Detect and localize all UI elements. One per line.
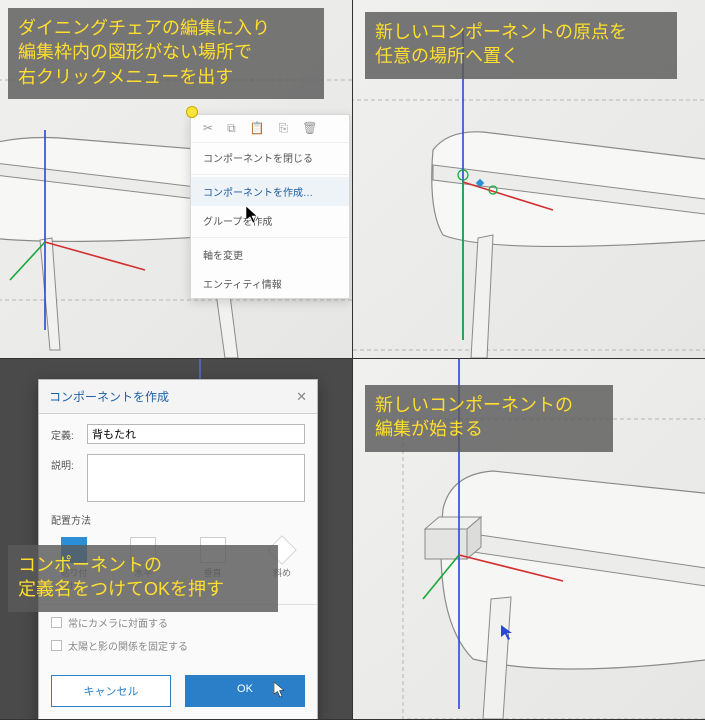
menu-close-component[interactable]: コンポーネントを閉じる [191, 143, 349, 172]
cut-icon[interactable]: ✂ [203, 121, 213, 136]
caption-panel4: 新しいコンポーネントの 編集が始まる [365, 385, 613, 452]
checkbox-icon[interactable] [51, 640, 62, 651]
context-menu-toolbar: ✂ ⧉ 📋 ⎘ 🗑 [191, 115, 349, 143]
caption-text: コンポーネントの 定義名をつけてOKを押す [18, 555, 224, 599]
delete-icon[interactable]: 🗑 [302, 121, 317, 136]
paste-icon[interactable]: 📋 [250, 121, 265, 136]
context-menu[interactable]: ✂ ⧉ 📋 ⎘ 🗑 コンポーネントを閉じる コンポーネントを作成… グループを作… [190, 114, 350, 299]
caption-panel2: 新しいコンポーネントの原点を 任意の場所へ置く [365, 12, 677, 79]
ok-button-label: OK [237, 683, 253, 695]
menu-entity-info[interactable]: エンティティ情報 [191, 269, 349, 298]
caption-text: 新しいコンポーネントの 編集が始まる [375, 395, 573, 439]
checkbox-label: 太陽と影の関係を固定する [68, 638, 188, 653]
checkbox-shadow-row[interactable]: 太陽と影の関係を固定する [51, 634, 305, 657]
dialog-title-text: コンポーネントを作成 [49, 388, 169, 405]
menu-change-axes[interactable]: 軸を変更 [191, 240, 349, 269]
ok-button[interactable]: OK [185, 675, 305, 707]
panel-topleft: ダイニングチェアの編集に入り 編集枠内の図形がない場所で 右クリックメニューを出… [0, 0, 352, 358]
cancel-button[interactable]: キャンセル [51, 675, 171, 707]
dialog-titlebar: コンポーネントを作成 ✕ [39, 380, 317, 414]
placement-section-label: 配置方法 [51, 512, 305, 527]
definition-label: 定義: [51, 424, 87, 442]
description-textarea[interactable] [87, 454, 305, 502]
description-label: 説明: [51, 454, 87, 472]
click-point-marker [186, 106, 198, 118]
menu-separator [191, 174, 349, 175]
menu-create-group[interactable]: グループを作成 [191, 206, 349, 235]
menu-separator [191, 237, 349, 238]
paste-in-place-icon[interactable]: ⎘ [279, 121, 289, 136]
panel-bottomleft: コンポーネントを作成 ✕ 定義: 説明: 配置方法 貼り付け： [0, 359, 352, 719]
copy-icon[interactable]: ⧉ [227, 121, 236, 136]
menu-create-component[interactable]: コンポーネントを作成… [191, 177, 349, 206]
checkbox-icon[interactable] [51, 617, 62, 628]
caption-panel1: ダイニングチェアの編集に入り 編集枠内の図形がない場所で 右クリックメニューを出… [8, 8, 324, 99]
panel-topright: 新しいコンポーネントの原点を 任意の場所へ置く [353, 0, 705, 358]
checkbox-label: 常にカメラに対面する [68, 615, 168, 630]
close-icon[interactable]: ✕ [296, 389, 307, 405]
checkbox-face-camera-row[interactable]: 常にカメラに対面する [51, 611, 305, 634]
caption-panel3: コンポーネントの 定義名をつけてOKを押す [8, 545, 278, 612]
panel-bottomright: 新しいコンポーネントの 編集が始まる [353, 359, 705, 719]
definition-input[interactable] [87, 424, 305, 444]
caption-text: 新しいコンポーネントの原点を 任意の場所へ置く [375, 22, 627, 66]
caption-text: ダイニングチェアの編集に入り 編集枠内の図形がない場所で 右クリックメニューを出… [18, 18, 270, 87]
